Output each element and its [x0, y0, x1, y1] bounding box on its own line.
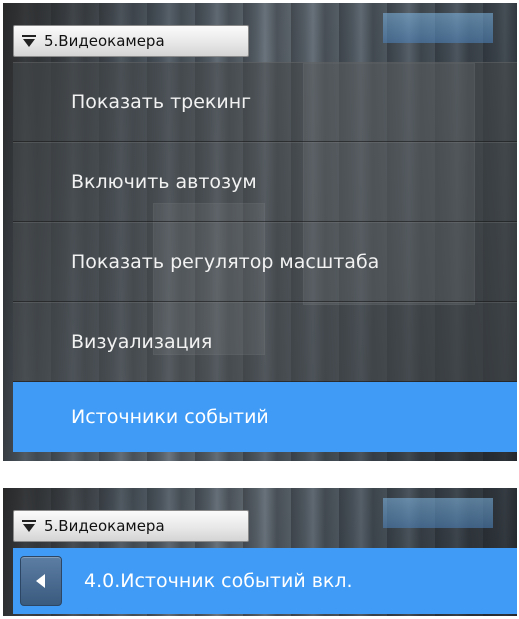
context-menu: Показать трекинг Включить автозум Показа…: [13, 62, 517, 452]
menu-item-label: Включить автозум: [71, 171, 257, 193]
back-button[interactable]: [20, 556, 62, 606]
menu-item-label: Показать регулятор масштаба: [71, 251, 380, 273]
submenu-header: 4.0.Источник событий вкл.: [13, 548, 517, 614]
menu-item-enable-autozoom[interactable]: Включить автозум: [13, 142, 517, 222]
menu-item-label: Визуализация: [71, 331, 213, 353]
menu-item-label: Источники событий: [71, 406, 269, 428]
dropdown-arrow-icon: [22, 34, 36, 48]
submenu-title: 4.0.Источник событий вкл.: [84, 570, 353, 592]
menu-item-show-tracking[interactable]: Показать трекинг: [13, 62, 517, 142]
camera-selector[interactable]: 5.Видеокамера: [13, 25, 249, 57]
back-arrow-icon: [36, 574, 45, 588]
camera-submenu-panel: 5.Видеокамера 4.0.Источник событий вкл.: [3, 488, 517, 616]
menu-item-visualization[interactable]: Визуализация: [13, 302, 517, 382]
camera-menu-panel: 5.Видеокамера Показать трекинг Включить …: [3, 3, 517, 461]
camera-label: 5.Видеокамера: [44, 32, 165, 50]
camera-label: 5.Видеокамера: [44, 517, 165, 535]
camera-selector[interactable]: 5.Видеокамера: [13, 510, 249, 542]
dropdown-arrow-icon: [22, 519, 36, 533]
menu-item-label: Показать трекинг: [71, 91, 252, 113]
menu-item-event-sources[interactable]: Источники событий: [13, 382, 517, 452]
menu-item-show-zoom-control[interactable]: Показать регулятор масштаба: [13, 222, 517, 302]
